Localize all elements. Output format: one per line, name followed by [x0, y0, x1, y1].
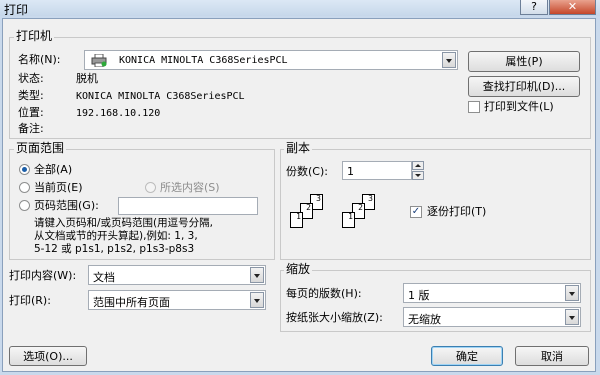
copies-spinner[interactable] [412, 161, 424, 180]
close-button[interactable]: ✕ [549, 0, 596, 15]
print-what-label: 打印内容(W): [9, 269, 77, 282]
status-value: 脱机 [76, 72, 98, 85]
collate-label[interactable]: 逐份打印(T) [427, 205, 486, 218]
print-value: 范围中所有页面 [93, 296, 170, 309]
cancel-button[interactable]: 取消 [515, 346, 589, 366]
location-label: 位置: [18, 106, 44, 119]
range-pages-label[interactable]: 页码范围(G): [34, 199, 99, 212]
range-selection-label[interactable]: 所选内容(S) [160, 181, 220, 194]
spin-down-icon[interactable] [412, 171, 424, 180]
help-button[interactable]: ? [520, 0, 548, 15]
chevron-down-icon[interactable] [565, 285, 579, 301]
chevron-down-icon[interactable] [565, 309, 579, 325]
range-pages-radio[interactable] [19, 200, 30, 211]
type-label: 类型: [18, 89, 44, 102]
pages-per-sheet-label: 每页的版数(H): [286, 287, 362, 300]
range-all-label[interactable]: 全部(A) [34, 163, 72, 176]
zoom-group-label: 缩放 [284, 262, 313, 276]
scale-select[interactable]: 无缩放 [403, 307, 581, 327]
range-selection-radio[interactable] [145, 182, 156, 193]
type-value: KONICA MINOLTA C368SeriesPCL [76, 91, 245, 102]
print-label: 打印(R): [9, 294, 51, 307]
printer-name-label: 名称(N): [18, 53, 61, 66]
properties-button[interactable]: 属性(P) [468, 51, 580, 72]
comment-label: 备注: [18, 122, 44, 135]
collate-illustration-a: 3 2 1 [286, 190, 328, 232]
copies-group-label: 副本 [284, 141, 313, 155]
print-to-file-label[interactable]: 打印到文件(L) [484, 100, 554, 113]
range-hint-line3: 5-12 或 p1s1, p1s2, p1s3-p8s3 [34, 243, 195, 255]
printer-group-label: 打印机 [14, 29, 55, 43]
find-printer-button[interactable]: 查找打印机(D)... [468, 76, 580, 97]
ok-button[interactable]: 确定 [431, 346, 503, 366]
chevron-down-icon[interactable] [250, 292, 264, 308]
page-range-input[interactable] [118, 197, 258, 215]
scale-value: 无缩放 [408, 313, 441, 326]
pages-per-sheet-select[interactable]: 1 版 [403, 283, 581, 303]
print-to-file-checkbox[interactable] [468, 101, 480, 113]
page-1: 1 [342, 212, 355, 228]
window-title: 打印 [4, 3, 29, 17]
range-current-radio[interactable] [19, 182, 30, 193]
scale-label: 按纸张大小缩放(Z): [286, 311, 383, 324]
range-hint-line1: 请键入页码和/或页码范围(用逗号分隔, [34, 217, 213, 229]
copies-count-input[interactable]: 1 [342, 161, 412, 180]
collate-illustration-b: 3 2 1 [338, 190, 380, 232]
range-hint-line2: 从文档或节的开头算起),例如: 1, 3, [34, 230, 198, 242]
range-current-label[interactable]: 当前页(E) [34, 181, 83, 194]
range-all-radio[interactable] [19, 164, 30, 175]
printer-icon [91, 53, 107, 68]
collate-checkbox[interactable]: ✓ [410, 206, 422, 218]
checkmark-icon: ✓ [411, 206, 421, 217]
spin-up-icon[interactable] [412, 161, 424, 170]
page-1: 1 [290, 212, 303, 228]
pages-per-sheet-value: 1 版 [408, 289, 430, 302]
page-range-group-label: 页面范围 [14, 141, 67, 155]
printer-name-select[interactable]: KONICA MINOLTA C368SeriesPCL [84, 50, 458, 70]
print-what-select[interactable]: 文档 [88, 265, 266, 285]
chevron-down-icon[interactable] [250, 267, 264, 283]
options-button[interactable]: 选项(O)... [9, 346, 87, 366]
printer-name-value: KONICA MINOLTA C368SeriesPCL [119, 55, 288, 66]
copies-count-label: 份数(C): [286, 165, 328, 178]
location-value: 192.168.10.120 [76, 108, 161, 119]
print-what-value: 文档 [93, 271, 115, 284]
title-bar [0, 0, 600, 16]
chevron-down-icon[interactable] [442, 52, 456, 68]
print-select[interactable]: 范围中所有页面 [88, 290, 266, 310]
status-label: 状态: [18, 72, 44, 85]
copies-count-value: 1 [347, 165, 354, 178]
